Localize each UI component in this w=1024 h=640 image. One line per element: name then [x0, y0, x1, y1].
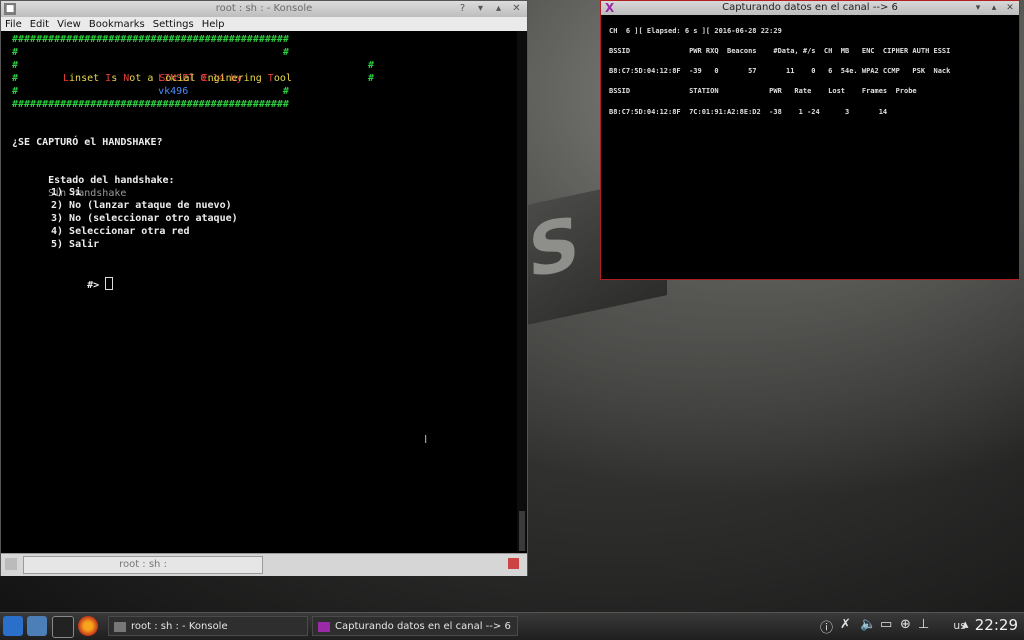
ap-table-row: B8:C7:5D:04:12:8F -39 0 57 11 0 6 54e. W… [609, 67, 951, 75]
minimize-icon[interactable]: ▾ [972, 2, 984, 14]
kde-menu-icon[interactable] [3, 616, 23, 636]
info-icon[interactable]: ⓘ [820, 617, 833, 636]
close-tab-icon[interactable] [508, 558, 519, 569]
text-cursor [105, 277, 114, 290]
option-4: 4) Seleccionar otra red [51, 226, 190, 237]
maximize-icon[interactable]: ▴ [492, 2, 505, 15]
banner-hash-left-3: # [12, 73, 19, 84]
menu-file[interactable]: File [5, 17, 30, 31]
banner-side-1: # # [12, 47, 289, 58]
display-icon[interactable]: ▭ [880, 617, 892, 632]
close-icon[interactable]: ✕ [510, 2, 523, 15]
menu-bookmarks[interactable]: Bookmarks [89, 17, 153, 31]
banner-hash-right-2: # [368, 60, 375, 71]
task-airodump[interactable]: Capturando datos en el canal --> 6 [312, 616, 518, 636]
prompt-line[interactable]: #> [51, 264, 114, 305]
pin-icon[interactable]: ■ [4, 3, 16, 15]
banner-hash-right-3: # [368, 73, 375, 84]
wallpaper-letter: S [528, 199, 582, 295]
help-icon[interactable]: ? [456, 2, 469, 15]
konsole-window[interactable]: ■ root : sh : - Konsole ? ▾ ▴ ✕ File Edi… [0, 0, 528, 576]
airodump-output: CH 6 ][ Elapsed: 6 s ][ 2016-06-28 22:29… [601, 15, 1019, 279]
menu-help[interactable]: Help [202, 17, 233, 31]
konsole-tab[interactable]: root : sh : [23, 556, 263, 574]
screen-lock-icon[interactable]: ⊥ [918, 617, 929, 632]
konsole-titlebar[interactable]: ■ root : sh : - Konsole ? ▾ ▴ ✕ [1, 1, 527, 17]
airodump-titlebar[interactable]: X Capturando datos en el canal --> 6 ▾ ▴… [601, 1, 1019, 15]
airodump-title: Capturando datos en el canal --> 6 [722, 2, 898, 13]
banner-border-top: ########################################… [12, 34, 289, 45]
terminal-area[interactable]: ########################################… [1, 31, 517, 551]
taskbar: root : sh : - Konsole Capturando datos e… [0, 612, 1024, 640]
konsole-title: root : sh : - Konsole [215, 3, 313, 14]
menu-settings[interactable]: Settings [153, 17, 202, 31]
menu-view[interactable]: View [57, 17, 89, 31]
xterm-task-icon [318, 622, 330, 632]
menu-edit[interactable]: Edit [30, 17, 57, 31]
close-icon[interactable]: ✕ [1004, 2, 1016, 14]
konsole-tabbar: root : sh : [1, 553, 527, 576]
scrollbar-thumb[interactable] [519, 511, 525, 551]
maximize-icon[interactable]: ▴ [988, 2, 1000, 14]
task-konsole[interactable]: root : sh : - Konsole [108, 616, 308, 636]
prompt: #> [87, 280, 100, 291]
ap-table-header: BSSID PWR RXQ Beacons #Data, #/s CH MB E… [609, 47, 951, 55]
clock[interactable]: 22:29 [975, 616, 1018, 634]
option-1: 1) Si [51, 187, 82, 198]
network-icon[interactable]: ⊕ [900, 617, 911, 632]
status-label: Estado del handshake: [48, 175, 175, 186]
banner-subtitle: Linset Is Not a Social Enginering Tool [63, 73, 292, 84]
airodump-window[interactable]: X Capturando datos en el canal --> 6 ▾ ▴… [600, 0, 1020, 280]
station-table-row: B8:C7:5D:04:12:8F 7C:01:91:A2:8E:D2 -38 … [609, 108, 888, 116]
new-tab-icon[interactable] [5, 558, 17, 570]
chevron-up-icon[interactable]: ▴ [962, 617, 969, 632]
konsole-menubar: File Edit View Bookmarks Settings Help [1, 17, 527, 31]
volume-icon[interactable]: 🔈 [860, 617, 876, 632]
terminal-scrollbar[interactable] [517, 31, 527, 551]
airodump-status-line: CH 6 ][ Elapsed: 6 s ][ 2016-06-28 22:29 [609, 27, 782, 35]
terminal-icon[interactable] [52, 616, 74, 638]
xterm-icon[interactable]: X [605, 1, 614, 15]
option-3: 3) No (seleccionar otro ataque) [51, 213, 238, 224]
banner-hash-left-2: # [12, 60, 19, 71]
konsole-task-icon [114, 622, 126, 632]
minimize-icon[interactable]: ▾ [474, 2, 487, 15]
task-airodump-label: Capturando datos en el canal --> 6 [335, 621, 511, 632]
banner-side-4: # # [12, 86, 289, 97]
file-manager-icon[interactable] [27, 616, 47, 636]
task-konsole-label: root : sh : - Konsole [131, 621, 228, 632]
tools-icon[interactable]: ✗ [840, 617, 851, 632]
firefox-icon[interactable] [78, 616, 98, 636]
mouse-ibeam-icon: I [424, 433, 428, 446]
station-table-header: BSSID STATION PWR Rate Lost Frames Probe [609, 87, 917, 95]
banner-border-bottom: ########################################… [12, 99, 289, 110]
handshake-question: ¿SE CAPTURÓ el HANDSHAKE? [12, 137, 163, 148]
option-2: 2) No (lanzar ataque de nuevo) [51, 200, 232, 211]
option-5: 5) Salir [51, 239, 100, 250]
